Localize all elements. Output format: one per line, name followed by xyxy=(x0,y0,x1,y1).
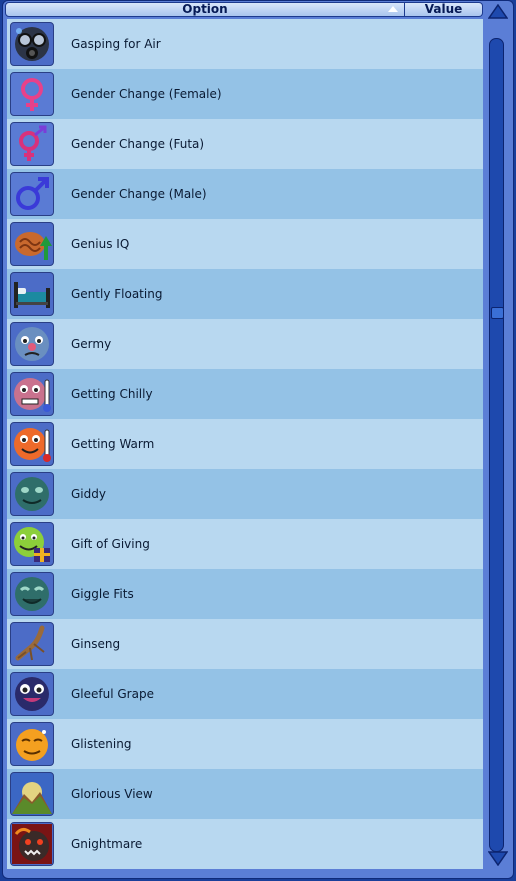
chevron-up-icon xyxy=(487,3,509,19)
scroll-up-button[interactable] xyxy=(487,3,509,20)
list-item[interactable]: Glorious View xyxy=(7,769,483,819)
list-item[interactable]: Gift of Giving xyxy=(7,519,483,569)
list-item-label: Getting Chilly xyxy=(71,387,153,401)
value-column-label: Value xyxy=(424,2,463,16)
nightmare-face-icon xyxy=(10,822,54,866)
list-item[interactable]: Gender Change (Male) xyxy=(7,169,483,219)
list-item[interactable]: Getting Warm xyxy=(7,419,483,469)
warm-face-thermometer-icon xyxy=(10,422,54,466)
list-item-label: Genius IQ xyxy=(71,237,130,251)
list-item-label: Germy xyxy=(71,337,112,351)
list-item[interactable]: Giggle Fits xyxy=(7,569,483,619)
list-item-label: Gasping for Air xyxy=(71,37,161,51)
female-symbol-icon xyxy=(10,72,54,116)
list-item-label: Ginseng xyxy=(71,637,121,651)
list-item-label: Gender Change (Female) xyxy=(71,87,222,101)
list-item-label: Gender Change (Futa) xyxy=(71,137,205,151)
cold-face-thermometer-icon xyxy=(10,372,54,416)
list-item[interactable]: Ginseng xyxy=(7,619,483,669)
grape-face-icon xyxy=(10,672,54,716)
scroll-thumb[interactable] xyxy=(491,307,504,319)
chevron-down-icon xyxy=(487,851,509,867)
vertical-scrollbar[interactable] xyxy=(486,2,510,875)
mountain-view-icon xyxy=(10,772,54,816)
list-item-label: Gender Change (Male) xyxy=(71,187,207,201)
male-symbol-icon xyxy=(10,172,54,216)
list-item-label: Gleeful Grape xyxy=(71,687,154,701)
futa-symbol-icon xyxy=(10,122,54,166)
list-item[interactable]: Giddy xyxy=(7,469,483,519)
options-list: Gasping for Air Gender Change (Female) G… xyxy=(7,19,483,869)
option-column-header[interactable]: Option xyxy=(5,2,405,17)
list-item[interactable]: Gasping for Air xyxy=(7,19,483,69)
list-item-label: Getting Warm xyxy=(71,437,155,451)
list-item-label: Glorious View xyxy=(71,787,153,801)
sweaty-sun-face-icon xyxy=(10,722,54,766)
list-item[interactable]: Gender Change (Futa) xyxy=(7,119,483,169)
list-item-label: Gently Floating xyxy=(71,287,163,301)
list-item[interactable]: Gender Change (Female) xyxy=(7,69,483,119)
list-header: Option Value xyxy=(5,2,483,17)
list-item[interactable]: Gleeful Grape xyxy=(7,669,483,719)
scroll-track[interactable] xyxy=(489,38,504,852)
list-item-label: Gift of Giving xyxy=(71,537,150,551)
brain-up-arrow-icon xyxy=(10,222,54,266)
list-item[interactable]: Glistening xyxy=(7,719,483,769)
face-with-gift-icon xyxy=(10,522,54,566)
gas-mask-face-icon xyxy=(10,22,54,66)
giggle-face-icon xyxy=(10,572,54,616)
ginseng-root-icon xyxy=(10,622,54,666)
list-item[interactable]: Germy xyxy=(7,319,483,369)
list-item-label: Gnightmare xyxy=(71,837,143,851)
list-item-label: Glistening xyxy=(71,737,132,751)
option-column-label: Option xyxy=(182,2,228,16)
list-item-label: Giggle Fits xyxy=(71,587,134,601)
list-item-label: Giddy xyxy=(71,487,106,501)
scroll-down-button[interactable] xyxy=(487,850,509,867)
list-item[interactable]: Getting Chilly xyxy=(7,369,483,419)
list-item[interactable]: Gently Floating xyxy=(7,269,483,319)
giddy-face-icon xyxy=(10,472,54,516)
value-column-header[interactable]: Value xyxy=(405,2,483,17)
list-item[interactable]: Gnightmare xyxy=(7,819,483,869)
list-item[interactable]: Genius IQ xyxy=(7,219,483,269)
sick-face-icon xyxy=(10,322,54,366)
floating-bed-icon xyxy=(10,272,54,316)
sort-ascending-icon[interactable] xyxy=(388,6,398,12)
